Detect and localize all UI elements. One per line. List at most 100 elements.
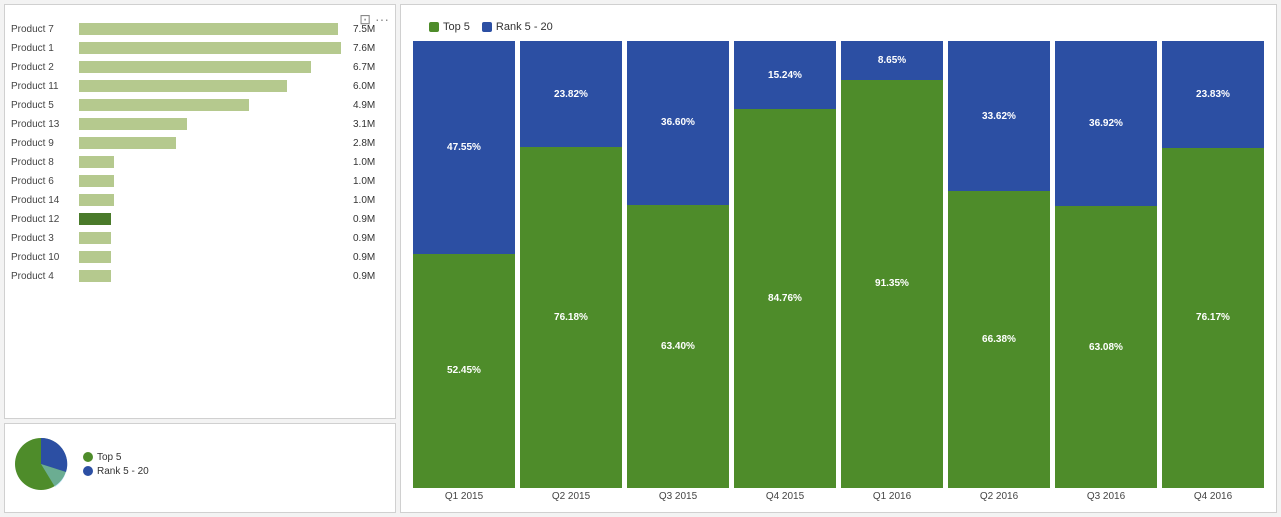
bar-fill	[79, 61, 311, 73]
bar-label: Product 4	[11, 271, 79, 282]
bar-row: Product 30.9M	[11, 230, 389, 246]
bar-value: 6.0M	[353, 81, 389, 92]
bar-row: Product 61.0M	[11, 173, 389, 189]
bar-outer	[79, 156, 349, 168]
bar-row: Product 141.0M	[11, 192, 389, 208]
seg-green: 63.40%	[627, 205, 729, 488]
bar-fill	[79, 137, 176, 149]
stacked-bar-wrapper: 36.92%63.08%	[1055, 41, 1157, 488]
bottom-content: Top 5 Rank 5 - 20	[11, 434, 389, 494]
stacked-col: 33.62%66.38% Q2 2016	[948, 41, 1050, 502]
bar-outer	[79, 118, 349, 130]
col-label: Q1 2015	[413, 491, 515, 502]
bar-label: Product 1	[11, 43, 79, 54]
panel-controls: ⊡ ···	[359, 11, 389, 28]
seg-green: 76.17%	[1162, 148, 1264, 488]
stacked-legend-label: Rank 5 - 20	[496, 21, 553, 33]
bar-chart-panel: ⊡ ··· Product 77.5MProduct 17.6MProduct …	[4, 4, 396, 419]
seg-blue: 36.60%	[627, 41, 729, 205]
bar-label: Product 13	[11, 119, 79, 130]
bar-outer	[79, 175, 349, 187]
seg-blue: 23.83%	[1162, 41, 1264, 148]
bar-fill	[79, 42, 341, 54]
seg-blue: 15.24%	[734, 41, 836, 109]
legend-dot	[83, 452, 93, 462]
seg-blue: 23.82%	[520, 41, 622, 147]
bar-fill	[79, 213, 111, 225]
stacked-col: 23.82%76.18%Q2 2015	[520, 41, 622, 502]
bar-value: 6.7M	[353, 62, 389, 73]
bar-row: Product 2 6.7M	[11, 59, 389, 75]
more-icon[interactable]: ···	[375, 11, 389, 28]
bottom-legend: Top 5 Rank 5 - 20	[83, 452, 149, 477]
seg-green: 63.08%	[1055, 206, 1157, 488]
seg-green: 84.76%	[734, 109, 836, 488]
stacked-col: 36.92%63.08%Q3 2016	[1055, 41, 1157, 502]
bar-value: 4.9M	[353, 100, 389, 111]
bar-outer	[79, 232, 349, 244]
expand-icon[interactable]: ⊡	[359, 11, 371, 28]
stacked-col: 8.65%91.35% Q1 2016	[841, 41, 943, 502]
bar-label: Product 7	[11, 24, 79, 35]
bar-label: Product 10	[11, 252, 79, 263]
col-label: Q4 2016	[1162, 491, 1264, 502]
bar-label: Product 3	[11, 233, 79, 244]
seg-green: 66.38%	[948, 191, 1050, 488]
bar-outer	[79, 23, 349, 35]
bar-fill	[79, 99, 249, 111]
bar-fill	[79, 251, 111, 263]
bar-value: 0.9M	[353, 214, 389, 225]
bar-outer	[79, 42, 349, 54]
seg-blue: 33.62%	[948, 41, 1050, 191]
bar-value: 1.0M	[353, 157, 389, 168]
bar-fill	[79, 118, 187, 130]
seg-blue: 36.92%	[1055, 41, 1157, 206]
bar-row: Product 10 0.9M	[11, 249, 389, 265]
bar-outer	[79, 99, 349, 111]
legend-item-label: Top 5	[97, 452, 121, 463]
bar-label: Product 11	[11, 81, 79, 92]
seg-green: 52.45%	[413, 254, 515, 488]
seg-blue: 47.55%	[413, 41, 515, 254]
stacked-legend-row: Top 5 Rank 5 - 20	[413, 21, 1264, 33]
bar-fill	[79, 270, 111, 282]
bar-outer	[79, 137, 349, 149]
bar-outer	[79, 80, 349, 92]
bar-value: 1.0M	[353, 195, 389, 206]
stacked-col: 47.55%52.45% Q1 2015	[413, 41, 515, 502]
legend-square	[482, 22, 492, 32]
right-panel: Top 5Rank 5 - 20 100%80%60%40%20%0% 47.5…	[400, 4, 1277, 513]
seg-blue: 8.65%	[841, 41, 943, 80]
stacked-col: 36.60%63.40% Q3 2015	[627, 41, 729, 502]
legend-item: Top 5	[83, 452, 149, 463]
bar-label: Product 2	[11, 62, 79, 73]
bar-value: 3.1M	[353, 119, 389, 130]
bar-outer	[79, 213, 349, 225]
bar-fill	[79, 194, 114, 206]
bar-label: Product 6	[11, 176, 79, 187]
bar-row: Product 17.6M	[11, 40, 389, 56]
col-label: Q3 2015	[627, 491, 729, 502]
bar-label: Product 5	[11, 100, 79, 111]
stacked-bar-wrapper: 33.62%66.38%	[948, 41, 1050, 488]
bar-row: Product 13 3.1M	[11, 116, 389, 132]
stacked-legend-label: Top 5	[443, 21, 470, 33]
col-label: Q2 2016	[948, 491, 1050, 502]
bar-fill	[79, 80, 287, 92]
bar-value: 0.9M	[353, 252, 389, 263]
bar-fill	[79, 23, 338, 35]
left-panel: ⊡ ··· Product 77.5MProduct 17.6MProduct …	[0, 0, 400, 517]
main-container: ⊡ ··· Product 77.5MProduct 17.6MProduct …	[0, 0, 1281, 517]
legend-item: Rank 5 - 20	[83, 466, 149, 477]
legend-square	[429, 22, 439, 32]
bar-row: Product 40.9M	[11, 268, 389, 284]
bar-outer	[79, 194, 349, 206]
bar-outer	[79, 251, 349, 263]
stacked-col: 23.83%76.17% Q4 2016	[1162, 41, 1264, 502]
col-label: Q1 2016	[841, 491, 943, 502]
bar-value: 2.8M	[353, 138, 389, 149]
bar-row: Product 92.8M	[11, 135, 389, 151]
bottom-chart-panel: Top 5 Rank 5 - 20	[4, 423, 396, 513]
stacked-bar-wrapper: 8.65%91.35%	[841, 41, 943, 488]
bar-row: Product 120.9M	[11, 211, 389, 227]
